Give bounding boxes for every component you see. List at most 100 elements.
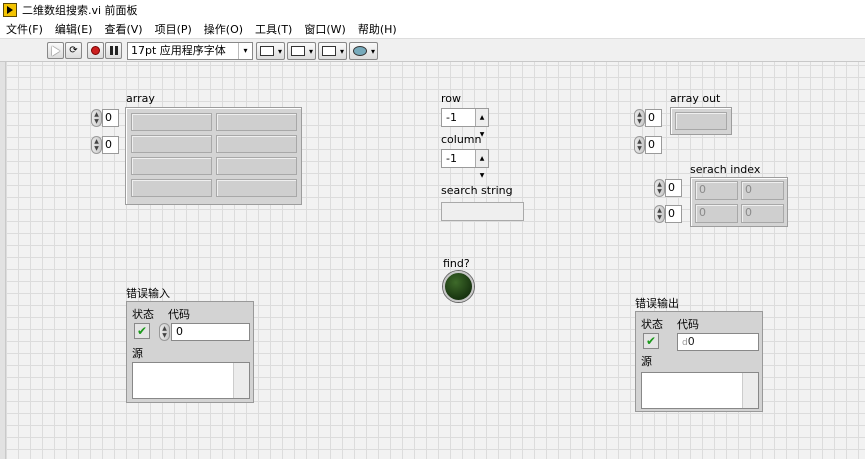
code-spinner[interactable]: ▲ ▼ — [159, 323, 170, 341]
array-out-elements — [670, 107, 732, 135]
index-value[interactable]: 0 — [665, 205, 682, 223]
search-index-cell: 0 — [695, 204, 738, 223]
column-input[interactable]: -1 ▲ ▼ — [441, 149, 489, 179]
font-selector[interactable]: 17pt 应用程序字体 ▾ — [127, 42, 253, 60]
source-label: 源 — [641, 355, 652, 368]
find-led-indicator — [443, 271, 474, 302]
menu-tools[interactable]: 工具(T) — [249, 21, 298, 37]
error-in-label: 错误输入 — [126, 287, 170, 300]
array-out-column-index[interactable]: ▲ ▼ 0 — [634, 136, 662, 154]
menu-edit[interactable]: 编辑(E) — [49, 21, 99, 37]
menu-view[interactable]: 查看(V) — [98, 21, 148, 37]
index-spinner[interactable]: ▲ ▼ — [91, 109, 102, 127]
align-objects-button[interactable]: ▾ — [256, 42, 285, 60]
index-value[interactable]: 0 — [645, 136, 662, 154]
stop-icon — [88, 43, 103, 58]
row-value[interactable]: -1 — [446, 111, 457, 124]
array-out-cell — [675, 112, 727, 130]
source-scrollbar[interactable] — [742, 373, 758, 408]
array-cell[interactable] — [216, 135, 297, 153]
code-label: 代码 — [677, 318, 699, 331]
source-scrollbar[interactable] — [233, 363, 249, 398]
menu-file[interactable]: 文件(F) — [0, 21, 49, 37]
spin-up-icon: ▲ — [94, 111, 99, 118]
run-arrow-icon — [48, 43, 63, 58]
code-input[interactable]: 0 — [171, 323, 250, 341]
distribute-objects-button[interactable]: ▾ — [287, 42, 316, 60]
index-spinner[interactable]: ▲ ▼ — [654, 179, 665, 197]
row-label: row — [441, 92, 462, 105]
menu-window[interactable]: 窗口(W) — [298, 21, 351, 37]
resize-objects-button[interactable]: ▾ — [318, 42, 347, 60]
status-label: 状态 — [641, 318, 663, 331]
labview-vi-icon — [3, 3, 17, 17]
source-label: 源 — [132, 347, 143, 360]
index-spinner[interactable]: ▲ ▼ — [634, 136, 645, 154]
run-button[interactable] — [47, 42, 64, 59]
status-checkbox[interactable]: ✔ — [134, 323, 150, 339]
column-label: column — [441, 133, 482, 146]
search-index-column-index[interactable]: ▲ ▼ 0 — [654, 205, 682, 223]
array-cell[interactable] — [216, 179, 297, 197]
align-icon — [260, 46, 274, 56]
array-out-label: array out — [670, 92, 721, 105]
spin-down-icon: ▼ — [94, 145, 99, 152]
chevron-down-icon: ▾ — [238, 43, 252, 59]
index-spinner[interactable]: ▲ ▼ — [91, 136, 102, 154]
array-cell[interactable] — [131, 135, 212, 153]
search-index-cell: 0 — [741, 204, 784, 223]
column-value[interactable]: -1 — [446, 152, 457, 165]
array-row-index[interactable]: ▲ ▼ 0 — [91, 109, 119, 127]
pause-button[interactable] — [105, 42, 122, 59]
array-cell[interactable] — [131, 179, 212, 197]
index-spinner[interactable]: ▲ ▼ — [654, 205, 665, 223]
source-output — [641, 372, 759, 409]
index-value[interactable]: 0 — [645, 109, 662, 127]
code-label: 代码 — [168, 308, 190, 321]
array-out-row-index[interactable]: ▲ ▼ 0 — [634, 109, 662, 127]
find-label: find? — [443, 257, 470, 270]
search-index-cell: 0 — [741, 181, 784, 200]
search-index-elements: 0 0 0 0 — [690, 177, 788, 227]
status-label: 状态 — [132, 308, 154, 321]
increment-decrement-icon[interactable]: ▲ ▼ — [475, 150, 488, 179]
title-bar: 二维数组搜索.vi 前面板 — [0, 0, 865, 20]
array-cell[interactable] — [131, 113, 212, 131]
abort-button[interactable] — [87, 42, 104, 59]
reorder-button[interactable]: ▾ — [349, 42, 378, 60]
search-index-cell: 0 — [695, 181, 738, 200]
error-out-label: 错误输出 — [635, 297, 679, 310]
font-selector-value: 17pt 应用程序字体 — [131, 44, 226, 57]
error-out-cluster: 状态 代码 ✔ d0 源 — [635, 311, 763, 412]
menu-operate[interactable]: 操作(O) — [198, 21, 249, 37]
menu-bar: 文件(F) 编辑(E) 查看(V) 项目(P) 操作(O) 工具(T) 窗口(W… — [0, 20, 865, 38]
array-column-index[interactable]: ▲ ▼ 0 — [91, 136, 119, 154]
array-cell[interactable] — [131, 157, 212, 175]
window-title: 二维数组搜索.vi 前面板 — [22, 4, 138, 17]
index-value[interactable]: 0 — [102, 109, 119, 127]
array-cell[interactable] — [216, 157, 297, 175]
spin-down-icon: ▼ — [94, 118, 99, 125]
index-value[interactable]: 0 — [665, 179, 682, 197]
array-label: array — [126, 92, 155, 105]
run-continuously-button[interactable]: ⟳ — [65, 42, 82, 59]
distribute-icon — [291, 46, 305, 56]
run-continuously-icon: ⟳ — [69, 45, 78, 56]
code-output: d0 — [677, 333, 759, 351]
menu-help[interactable]: 帮助(H) — [352, 21, 403, 37]
source-input[interactable] — [132, 362, 250, 399]
spin-up-icon: ▲ — [94, 138, 99, 145]
search-index-label: serach index — [690, 163, 761, 176]
toolbar: ⟳ 17pt 应用程序字体 ▾ ▾ ▾ ▾ ▾ — [0, 38, 865, 62]
search-index-row-index[interactable]: ▲ ▼ 0 — [654, 179, 682, 197]
index-value[interactable]: 0 — [102, 136, 119, 154]
reorder-icon — [353, 46, 367, 56]
increment-decrement-icon[interactable]: ▲ ▼ — [475, 109, 488, 138]
search-string-input[interactable] — [441, 202, 524, 221]
array-cell[interactable] — [216, 113, 297, 131]
row-input[interactable]: -1 ▲ ▼ — [441, 108, 489, 138]
menu-project[interactable]: 项目(P) — [149, 21, 198, 37]
error-in-cluster: 状态 代码 ✔ ▲ ▼ 0 源 — [126, 301, 254, 403]
index-spinner[interactable]: ▲ ▼ — [634, 109, 645, 127]
status-indicator: ✔ — [643, 333, 659, 349]
